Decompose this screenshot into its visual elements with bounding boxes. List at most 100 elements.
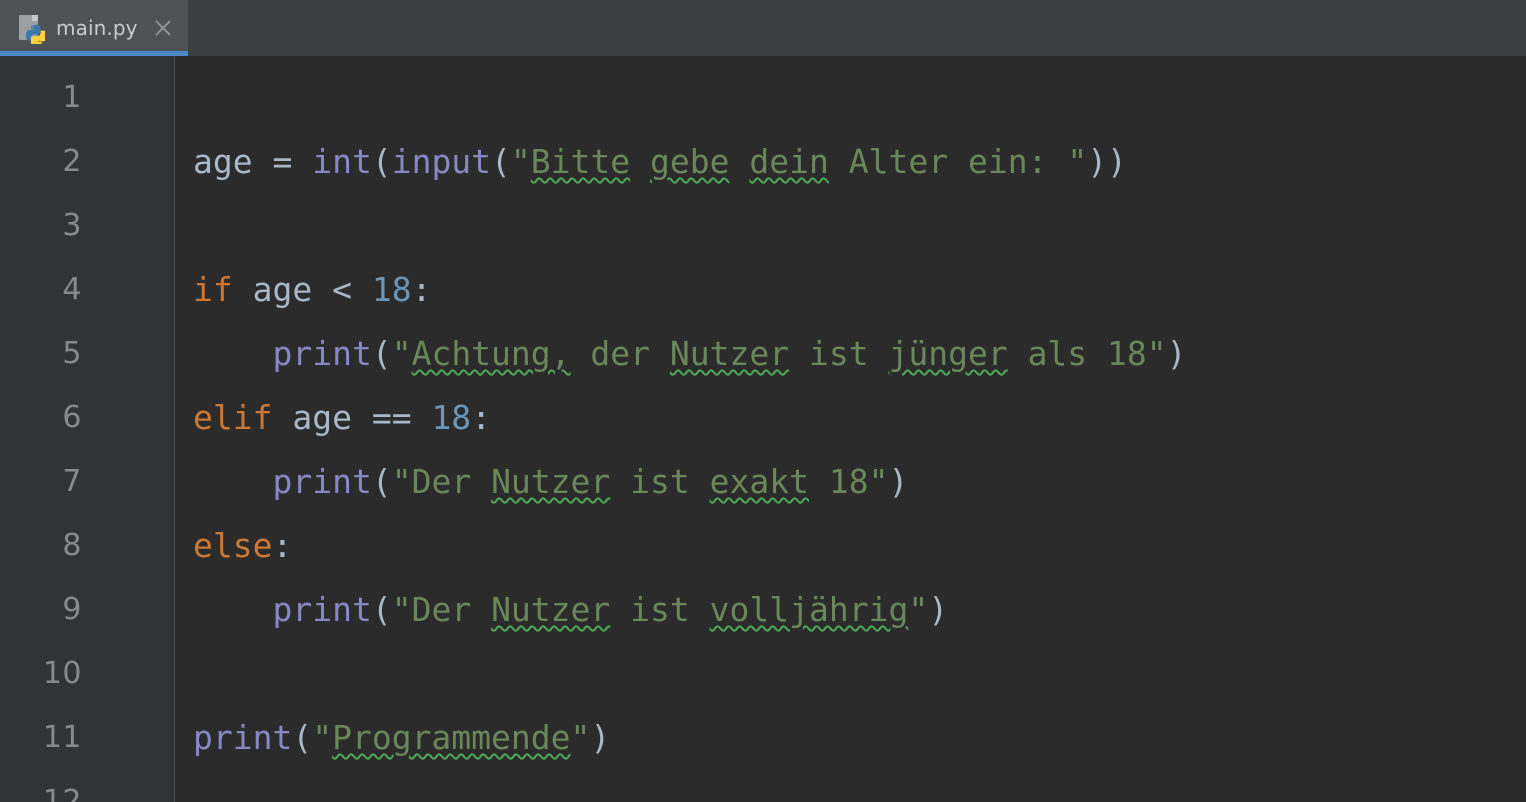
token-string-word: Nutzer (669, 334, 790, 373)
line-number: 10 (42, 656, 82, 691)
token-string-word: dein (749, 142, 829, 181)
token-string-word: exakt (709, 462, 809, 501)
code-line-12[interactable] (175, 770, 1526, 802)
token-paren: )) (1087, 142, 1127, 181)
token-builtin-print: print (272, 590, 372, 629)
code-line-2[interactable]: age = int(input("Bitte gebe dein Alter e… (175, 130, 1526, 194)
token-variable: age (232, 270, 333, 309)
token-string-word: ist (630, 590, 690, 629)
token-quote: " (570, 718, 591, 757)
token-string-word: ist (808, 334, 869, 373)
token-paren: ) (590, 718, 611, 757)
python-file-icon (18, 13, 45, 44)
token-number: 18 (371, 270, 412, 309)
line-number: 7 (62, 464, 82, 499)
code-line-4[interactable]: if age < 18: (175, 258, 1526, 322)
token-colon: : (411, 270, 432, 309)
line-number: 12 (42, 784, 82, 802)
code-line-6[interactable]: elif age == 18: (175, 386, 1526, 450)
token-operator: < (332, 270, 372, 309)
token-string-word: Alter (848, 142, 949, 181)
token-string-word: Der (411, 462, 472, 501)
token-number: 18 (431, 398, 472, 437)
code-line-11[interactable]: print("Programmende") (175, 706, 1526, 770)
token-paren: ( (371, 334, 392, 373)
code-line-9[interactable]: print("Der Nutzer ist volljährig") (175, 578, 1526, 642)
token-string-word: Nutzer (491, 462, 611, 501)
line-number: 6 (62, 400, 82, 435)
token-builtin-input: input (391, 142, 492, 181)
token-string-word: gebe (650, 142, 730, 181)
token-string-word: der (590, 334, 651, 373)
code-line-5[interactable]: print("Achtung, der Nutzer ist jünger al… (175, 322, 1526, 386)
close-icon[interactable] (152, 17, 174, 39)
token-paren: ( (292, 718, 313, 757)
token-keyword-else: else (193, 526, 273, 565)
token-string-word: Nutzer (491, 590, 611, 629)
line-number: 2 (62, 144, 82, 179)
tab-label: main.py (56, 16, 138, 40)
code-line-3[interactable] (175, 194, 1526, 258)
code-editor-text[interactable]: age = int(input("Bitte gebe dein Alter e… (175, 56, 1526, 802)
code-line-8[interactable]: else: (175, 514, 1526, 578)
token-quote: " (1067, 142, 1088, 181)
line-number: 3 (62, 208, 82, 243)
token-quote: " (908, 590, 929, 629)
token-keyword-elif: elif (193, 398, 273, 437)
token-string-word: Bitte (530, 142, 631, 181)
token-variable: age (272, 398, 372, 437)
token-paren: ) (888, 462, 909, 501)
token-keyword-if: if (193, 270, 233, 309)
editor-area: 1 2 3 4 5 6 7 8 9 10 11 12 age = int(inp… (0, 56, 1526, 802)
token-string-word: ist (630, 462, 690, 501)
token-colon: : (272, 526, 293, 565)
token-string-word: jünger (888, 334, 1008, 373)
token-quote: " (391, 590, 412, 629)
token-quote: " (391, 462, 412, 501)
line-number: 1 (62, 80, 82, 115)
token-assign: = (252, 142, 313, 181)
python-logo-icon (25, 24, 45, 44)
token-quote: " (391, 334, 412, 373)
line-number: 11 (42, 720, 82, 755)
token-operator: == (371, 398, 432, 437)
token-string-word: als (1027, 334, 1088, 373)
token-string-word: Programmende (332, 718, 571, 757)
token-builtin-int: int (312, 142, 372, 181)
token-string-word: 18 (1107, 334, 1147, 373)
code-line-7[interactable]: print("Der Nutzer ist exakt 18") (175, 450, 1526, 514)
line-number: 4 (62, 272, 82, 307)
token-paren: ( (371, 142, 392, 181)
token-string-word: 18 (828, 462, 869, 501)
token-paren: ( (371, 462, 392, 501)
tab-main-py[interactable]: main.py (0, 0, 188, 56)
editor-gutter[interactable]: 1 2 3 4 5 6 7 8 9 10 11 12 (0, 56, 175, 802)
code-line-10[interactable] (175, 642, 1526, 706)
token-string-word: Der (411, 590, 472, 629)
code-line-1[interactable] (175, 66, 1526, 130)
token-paren: ) (1166, 334, 1187, 373)
token-variable: age (193, 142, 253, 181)
line-number: 9 (62, 592, 82, 627)
token-paren: ) (928, 590, 949, 629)
token-quote: " (868, 462, 889, 501)
